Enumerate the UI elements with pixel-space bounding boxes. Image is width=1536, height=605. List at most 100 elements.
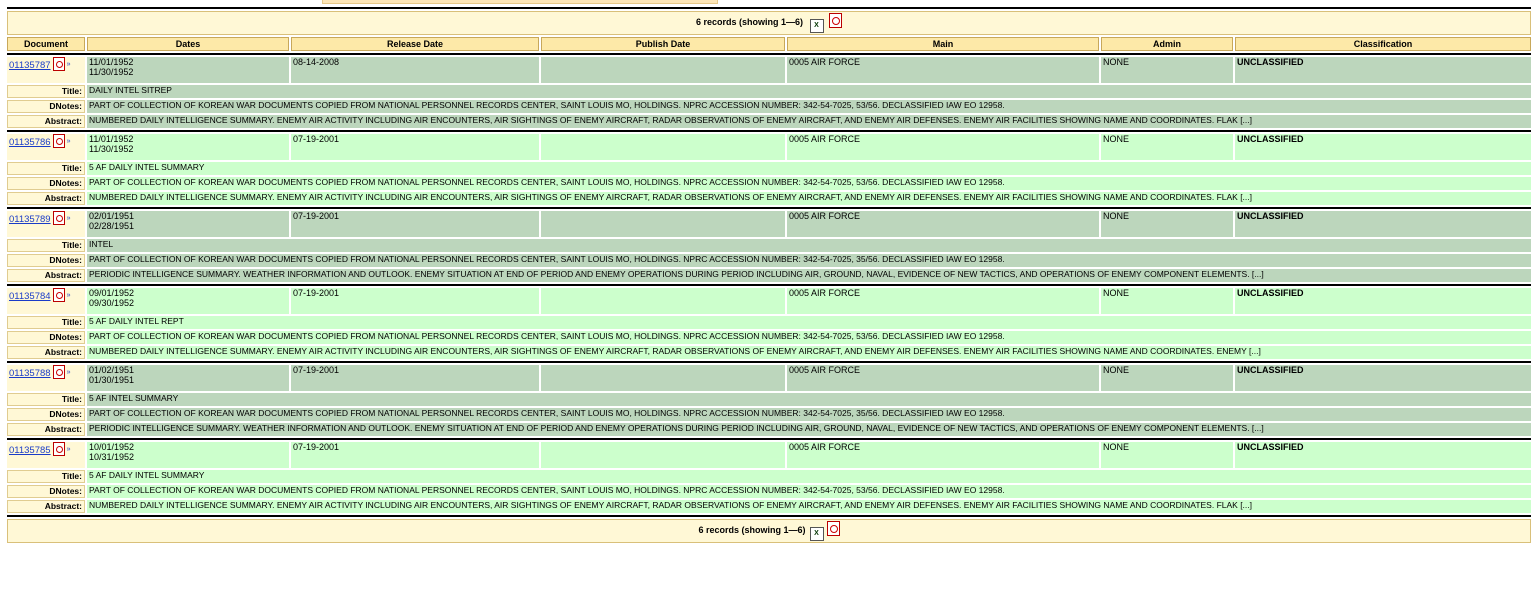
col-header-main[interactable]: Main [787,37,1099,51]
col-header-classification[interactable]: Classification [1235,37,1531,51]
col-header-dates[interactable]: Dates [87,37,289,51]
record-abstract-row: Abstract: NUMBERED DAILY INTELLIGENCE SUM… [7,346,1531,359]
date-from: 11/01/1952 [89,57,134,67]
record-title-row: Title: INTEL [7,239,1531,252]
record-abstract-row: Abstract: NUMBERED DAILY INTELLIGENCE SUM… [7,500,1531,513]
record-abstract-row: Abstract: PERIODIC INTELLIGENCE SUMMARY. … [7,269,1531,282]
cite-icon[interactable]: » [67,138,71,145]
document-link[interactable]: 01135784 [9,291,51,302]
col-header-release-date[interactable]: Release Date [291,37,539,51]
dates-cell: 11/01/1952 11/30/1952 [87,134,289,160]
cite-icon[interactable]: » [67,61,71,68]
document-cell: 01135785 » [7,442,85,468]
record-separator [7,207,1531,209]
record-abstract-row: Abstract: NUMBERED DAILY INTELLIGENCE SUM… [7,192,1531,205]
document-cell: 01135787 » [7,57,85,83]
dnotes-label: DNotes: [7,331,85,344]
summary-row-bottom: 6 records (showing 1—6) X [7,519,1531,543]
col-header-publish-date[interactable]: Publish Date [541,37,785,51]
title-label: Title: [7,470,85,483]
pdf-icon[interactable] [52,365,65,379]
date-from: 09/01/1952 [89,288,135,298]
pdf-export-icon[interactable] [826,521,840,536]
dnotes-label: DNotes: [7,408,85,421]
title-label: Title: [7,316,85,329]
document-link[interactable]: 01135785 [9,445,51,456]
title-value: 5 AF DAILY INTEL REPT [87,316,1531,329]
document-link[interactable]: 01135789 [9,214,51,225]
title-value: 5 AF INTEL SUMMARY [87,393,1531,406]
date-from: 02/01/1951 [89,211,135,221]
title-value: 5 AF DAILY INTEL SUMMARY [87,162,1531,175]
abstract-value: NUMBERED DAILY INTELLIGENCE SUMMARY. ENE… [87,115,1531,128]
header-row: Document Dates Release Date Publish Date… [7,37,1531,51]
table-row: 01135787 » 11/01/1952 11/30/1952 08-14-2008 0… [7,57,1531,83]
abstract-label: Abstract: [7,423,85,436]
col-header-document[interactable]: Document [7,37,85,51]
release-date-cell: 07-19-2001 [291,211,539,237]
dnotes-value: PART OF COLLECTION OF KOREAN WAR DOCUMEN… [87,254,1531,267]
admin-cell: NONE [1101,134,1233,160]
pdf-icon[interactable] [52,134,65,148]
excel-export-icon[interactable]: X [809,19,824,33]
document-link[interactable]: 01135786 [9,137,51,148]
pdf-export-icon[interactable] [829,13,843,28]
pdf-icon[interactable] [52,288,65,302]
record-separator [7,361,1531,363]
classification-cell: UNCLASSIFIED [1235,134,1531,160]
record-dnotes-row: DNotes: PART OF COLLECTION OF KOREAN WAR … [7,177,1531,190]
pdf-icon[interactable] [52,211,65,225]
results-table-container: 6 records (showing 1—6) X Document Dates… [5,5,1531,545]
abstract-value: NUMBERED DAILY INTELLIGENCE SUMMARY. ENE… [87,346,1531,359]
date-from: 10/01/1952 [89,442,135,452]
cite-icon[interactable]: » [67,292,71,299]
document-link[interactable]: 01135788 [9,368,51,379]
pdf-icon[interactable] [52,57,65,71]
classification-cell: UNCLASSIFIED [1235,365,1531,391]
main-cell: 0005 AIR FORCE [787,211,1099,237]
col-header-admin[interactable]: Admin [1101,37,1233,51]
record-count-text: 6 records (showing 1—6) [698,525,806,535]
record-count-text: 6 records (showing 1—6) [695,17,803,27]
abstract-label: Abstract: [7,192,85,205]
record-title-row: Title: 5 AF DAILY INTEL SUMMARY [7,470,1531,483]
cite-icon[interactable]: » [67,369,71,376]
pdf-icon[interactable] [52,442,65,456]
abstract-label: Abstract: [7,269,85,282]
classification-cell: UNCLASSIFIED [1235,288,1531,314]
title-value: INTEL [87,239,1531,252]
cite-icon[interactable]: » [67,215,71,222]
date-from: 01/02/1951 [89,365,135,375]
abstract-label: Abstract: [7,346,85,359]
dnotes-value: PART OF COLLECTION OF KOREAN WAR DOCUMEN… [87,177,1531,190]
date-from: 11/01/1952 [89,134,134,144]
classification-cell: UNCLASSIFIED [1235,57,1531,83]
abstract-value: PERIODIC INTELLIGENCE SUMMARY. WEATHER I… [87,423,1531,436]
date-to: 02/28/1951 [89,221,135,231]
record-title-row: Title: 5 AF DAILY INTEL SUMMARY [7,162,1531,175]
release-date-cell: 08-14-2008 [291,57,539,83]
publish-date-cell [541,57,785,83]
excel-export-icon[interactable]: X [809,527,824,541]
top-rule [7,7,1531,9]
title-value: 5 AF DAILY INTEL SUMMARY [87,470,1531,483]
release-date-cell: 07-19-2001 [291,134,539,160]
publish-date-cell [541,288,785,314]
cite-icon[interactable]: » [67,446,71,453]
main-cell: 0005 AIR FORCE [787,57,1099,83]
document-link[interactable]: 01135787 [9,60,51,71]
dates-cell: 11/01/1952 11/30/1952 [87,57,289,83]
classification-cell: UNCLASSIFIED [1235,211,1531,237]
document-cell: 01135786 » [7,134,85,160]
date-to: 09/30/1952 [89,298,135,308]
record-dnotes-row: DNotes: PART OF COLLECTION OF KOREAN WAR … [7,100,1531,113]
dnotes-label: DNotes: [7,100,85,113]
dnotes-label: DNotes: [7,485,85,498]
title-label: Title: [7,393,85,406]
document-cell: 01135784 » [7,288,85,314]
title-value: DAILY INTEL SITREP [87,85,1531,98]
dnotes-label: DNotes: [7,177,85,190]
record-title-row: Title: 5 AF DAILY INTEL REPT [7,316,1531,329]
main-cell: 0005 AIR FORCE [787,288,1099,314]
publish-date-cell [541,442,785,468]
